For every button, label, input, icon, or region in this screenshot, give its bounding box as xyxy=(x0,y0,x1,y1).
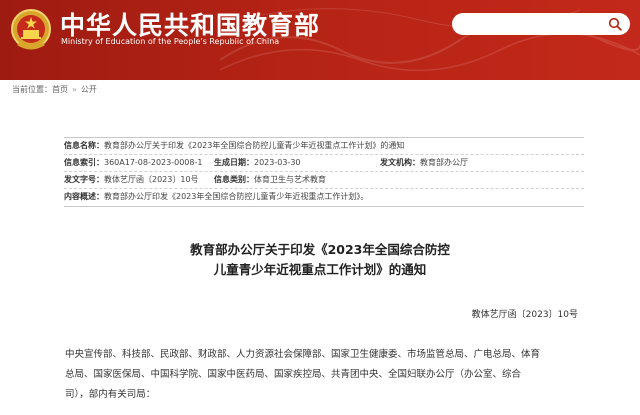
doc-no-label: 发文字号： xyxy=(64,175,104,184)
article-body-line-2: 总局、国家医保局、中国科学院、国家中医药局、国家疾控局、共青团中央、全国妇联办公… xyxy=(65,369,522,380)
breadcrumb-item-home[interactable]: 首页 xyxy=(52,85,68,94)
category-value: 体育卫生与艺术教育 xyxy=(254,175,326,184)
issuer-value: 教育部办公厅 xyxy=(420,158,468,167)
date-value: 2023-03-30 xyxy=(254,158,301,167)
category-label: 信息类别： xyxy=(214,175,254,184)
breadcrumb: 当前位置：首页 » 公开 xyxy=(12,84,97,95)
summary-label: 内容概述： xyxy=(64,192,104,201)
site-header: 中华人民共和国教育部 Ministry of Education of the … xyxy=(0,0,640,80)
index-label: 信息索引： xyxy=(64,158,104,167)
issuer-label: 发文机构： xyxy=(380,158,420,167)
article-body: 中央宣传部、科技部、民政部、财政部、人力资源社会保障部、国家卫生健康委、市场监管… xyxy=(65,345,585,405)
meta-row-info-name: 信息名称：教育部办公厅关于印发《2023年全国综合防控儿童青少年近视重点工作计划… xyxy=(64,138,584,155)
article-doc-number: 教体艺厅函〔2023〕10号 xyxy=(471,310,578,320)
article-title-line-1: 教育部办公厅关于印发《2023年全国综合防控 xyxy=(190,242,450,257)
meta-row-summary: 内容概述：教育部办公厅印发《2023年全国综合防控儿童青少年近视重点工作计划》。 xyxy=(64,189,584,206)
info-name-label: 信息名称： xyxy=(64,141,104,150)
doc-no-value: 教体艺厅函〔2023〕10号 xyxy=(104,175,199,184)
document-metadata-table: 信息名称：教育部办公厅关于印发《2023年全国综合防控儿童青少年近视重点工作计划… xyxy=(64,137,584,207)
summary-value: 教育部办公厅印发《2023年全国综合防控儿童青少年近视重点工作计划》。 xyxy=(104,192,369,201)
search-icon[interactable] xyxy=(608,17,622,31)
breadcrumb-item-public[interactable]: 公开 xyxy=(81,85,97,94)
date-label: 生成日期： xyxy=(214,158,254,167)
search-box[interactable] xyxy=(452,13,630,35)
breadcrumb-prefix: 当前位置： xyxy=(12,85,52,94)
index-value: 360A17-08-2023-0008-1 xyxy=(104,158,203,167)
meta-row-index: 信息索引：360A17-08-2023-0008-1 生成日期：2023-03-… xyxy=(64,155,584,172)
site-title-en: Ministry of Education of the People's Re… xyxy=(61,37,280,46)
national-emblem-icon xyxy=(11,9,51,50)
article-body-line-1: 中央宣传部、科技部、民政部、财政部、人力资源社会保障部、国家卫生健康委、市场监管… xyxy=(65,349,541,360)
meta-row-doc-no: 发文字号：教体艺厅函〔2023〕10号 信息类别：体育卫生与艺术教育 xyxy=(64,172,584,189)
info-name-value: 教育部办公厅关于印发《2023年全国综合防控儿童青少年近视重点工作计划》的通知 xyxy=(104,141,405,150)
article-title-line-2: 儿童青少年近视重点工作计划》的通知 xyxy=(213,262,427,277)
article-body-line-3: 司），部内有关司局： xyxy=(65,389,156,400)
breadcrumb-separator: » xyxy=(72,85,77,94)
